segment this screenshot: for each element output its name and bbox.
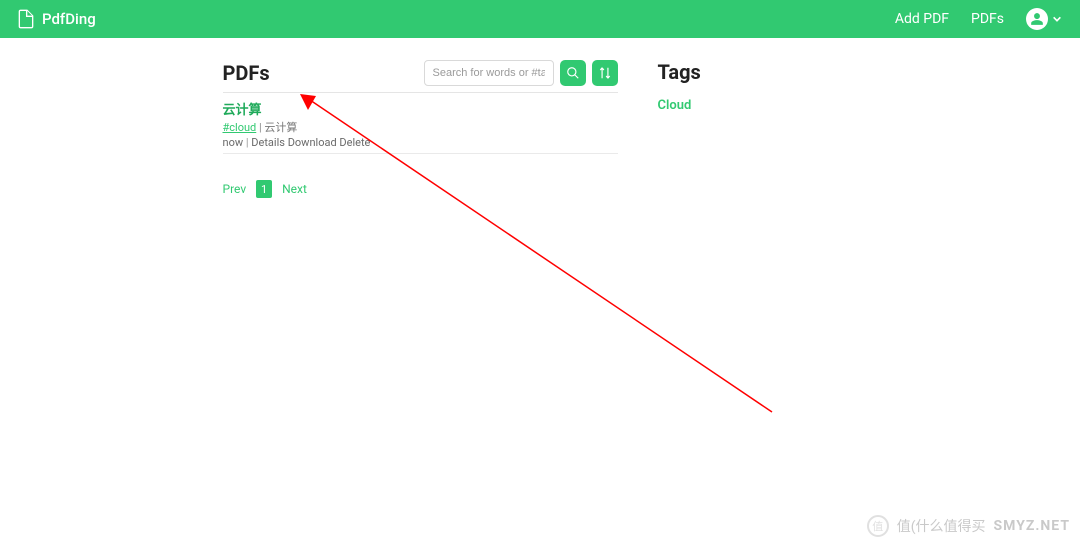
side-title: Tags (658, 60, 858, 84)
pdf-meta: now | Details Download Delete (223, 136, 618, 149)
pdf-tag[interactable]: #cloud (223, 121, 257, 134)
pager-prev[interactable]: Prev (223, 182, 247, 196)
nav-add-pdf[interactable]: Add PDF (895, 11, 949, 27)
page-body: PDFs 云计算 #cloud | 云计算 now | D (0, 38, 1080, 198)
pagination: Prev 1 Next (223, 180, 618, 198)
pager-next[interactable]: Next (282, 182, 307, 196)
search-controls (424, 60, 618, 86)
delete-link[interactable]: Delete (339, 136, 370, 149)
sort-icon (598, 66, 612, 80)
pdf-item: 云计算 #cloud | 云计算 now | Details Download … (223, 93, 618, 154)
search-input[interactable] (424, 60, 554, 86)
main-column: PDFs 云计算 #cloud | 云计算 now | D (223, 60, 618, 198)
watermark-en: SMYZ.NET (994, 518, 1070, 534)
pdf-desc: 云计算 (264, 121, 297, 134)
tag-list: Cloud (658, 98, 858, 113)
tag-item-cloud[interactable]: Cloud (658, 98, 858, 113)
pdf-tagline: #cloud | 云计算 (223, 119, 618, 135)
user-menu[interactable] (1026, 8, 1062, 30)
topbar: PdfDing Add PDF PDFs (0, 0, 1080, 38)
file-icon (18, 9, 34, 29)
chevron-down-icon (1052, 14, 1062, 24)
pager-current: 1 (256, 180, 272, 198)
pdf-time: now (223, 136, 244, 149)
avatar-icon (1026, 8, 1048, 30)
main-title: PDFs (223, 61, 270, 85)
search-button[interactable] (560, 60, 586, 86)
watermark-zh: 值(什么值得买 (897, 516, 986, 536)
watermark-badge: 值 (867, 515, 889, 537)
brand-name: PdfDing (42, 10, 96, 28)
pdf-title[interactable]: 云计算 (223, 99, 618, 118)
nav-pdfs[interactable]: PDFs (971, 11, 1004, 27)
details-link[interactable]: Details (251, 136, 285, 149)
brand[interactable]: PdfDing (18, 9, 96, 29)
side-column: Tags Cloud (658, 60, 858, 198)
topnav: Add PDF PDFs (895, 8, 1062, 30)
main-header: PDFs (223, 60, 618, 93)
watermark: 值 值(什么值得买 SMYZ.NET (867, 515, 1070, 537)
download-link[interactable]: Download (288, 136, 337, 149)
search-icon (566, 66, 580, 80)
sort-button[interactable] (592, 60, 618, 86)
